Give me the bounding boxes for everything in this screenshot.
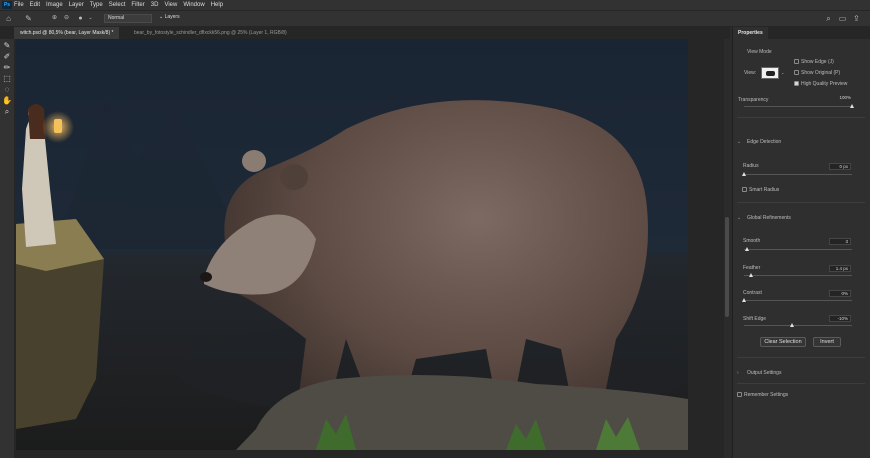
scrollbar-thumb[interactable]: [725, 217, 729, 317]
remember-settings-label: Remember Settings: [744, 392, 789, 398]
menu-bar: Ps File Edit Image Layer Type Select Fil…: [0, 0, 870, 10]
transparency-value[interactable]: 100%: [831, 95, 853, 102]
vertical-scrollbar[interactable]: [724, 39, 730, 458]
chevron-down-icon[interactable]: ⌄: [86, 14, 95, 23]
clear-selection-button[interactable]: Clear Selection: [760, 337, 806, 347]
tab-bear-png[interactable]: bear_by_fotostyle_schindler_dflxckk56.pn…: [128, 27, 293, 39]
view-mode-dropdown-icon[interactable]: ⌄: [781, 70, 784, 75]
show-edge-label: Show Edge (J): [801, 59, 834, 65]
menu-help[interactable]: Help: [211, 2, 223, 8]
menu-image[interactable]: Image: [46, 2, 63, 8]
document-canvas[interactable]: [16, 39, 688, 450]
tab-properties[interactable]: Properties: [733, 27, 768, 39]
mode-select[interactable]: Normal: [104, 14, 152, 23]
high-quality-preview-checkbox[interactable]: [794, 81, 799, 86]
high-quality-preview-label: High Quality Preview: [801, 81, 848, 87]
transparency-slider-knob[interactable]: [849, 104, 854, 108]
feather-label: Feather: [743, 265, 761, 271]
show-original-checkbox[interactable]: [794, 70, 799, 75]
radius-label: Radius: [743, 163, 759, 169]
contrast-slider-knob[interactable]: [741, 298, 746, 302]
contrast-label: Contrast: [743, 290, 762, 296]
show-original-label: Show Original (P): [801, 70, 841, 76]
remember-settings-checkbox[interactable]: [737, 392, 742, 397]
add-to-selection-icon[interactable]: ⊕: [50, 14, 59, 23]
smooth-value[interactable]: 3: [829, 238, 851, 245]
menu-edit[interactable]: Edit: [30, 2, 40, 8]
photoshop-logo-icon: Ps: [2, 1, 12, 9]
workspace-icon[interactable]: ▭: [838, 14, 847, 23]
menu-window[interactable]: Window: [183, 2, 204, 8]
properties-panel: Properties View Mode View: ⌄ Show Edge (…: [732, 27, 870, 458]
smart-radius-label: Smart Radius: [749, 187, 780, 193]
radius-slider[interactable]: [741, 172, 852, 176]
sample-layers-select[interactable]: ⌄ Layers: [156, 14, 196, 23]
view-mode-header: View Mode: [747, 49, 772, 55]
invert-button[interactable]: Invert: [813, 337, 841, 347]
radius-slider-knob[interactable]: [741, 172, 746, 176]
shift-edge-slider-knob[interactable]: [790, 323, 795, 327]
smart-radius-checkbox[interactable]: [742, 187, 747, 192]
sample-layers-label: Layers: [164, 14, 180, 20]
divider: [737, 383, 865, 384]
search-icon[interactable]: ⌕: [824, 14, 833, 23]
global-refinements-chevron-icon[interactable]: ⌄: [737, 215, 741, 221]
lasso-icon[interactable]: ◌: [2, 85, 12, 95]
smooth-label: Smooth: [743, 238, 761, 244]
tools-panel: ✎ ✐ ✏ ⬚ ◌ ✋ ⌕: [0, 39, 14, 458]
menu-filter[interactable]: Filter: [131, 2, 144, 8]
output-settings-header[interactable]: Output Settings: [747, 370, 781, 376]
edge-detection-header[interactable]: Edge Detection: [747, 139, 781, 145]
document-tabs: witch.psd @ 80,5% (bear, Layer Mask/8) *…: [0, 27, 730, 39]
home-icon[interactable]: ⌂: [4, 14, 13, 23]
smooth-slider[interactable]: [744, 247, 852, 251]
brush-icon[interactable]: ✎: [24, 14, 33, 23]
transparency-label: Transparency: [738, 97, 769, 103]
tab-witch-psd[interactable]: witch.psd @ 80,5% (bear, Layer Mask/8) *: [14, 27, 120, 39]
refine-edge-brush-icon[interactable]: ✎: [2, 41, 12, 51]
menu-select[interactable]: Select: [109, 2, 126, 8]
shift-edge-value[interactable]: -10%: [829, 315, 851, 322]
zoom-icon[interactable]: ⌕: [2, 107, 12, 117]
smooth-slider-knob[interactable]: [744, 247, 749, 251]
share-icon[interactable]: ⇪: [852, 14, 861, 23]
transparency-slider[interactable]: [744, 104, 854, 108]
view-label: View:: [744, 70, 757, 76]
view-mode-thumbnail[interactable]: [761, 67, 779, 79]
shift-edge-slider[interactable]: [744, 323, 852, 327]
divider: [737, 357, 865, 358]
global-refinements-header[interactable]: Global Refinements: [747, 215, 791, 221]
show-edge-checkbox[interactable]: [794, 59, 799, 64]
edge-detection-chevron-icon[interactable]: ⌄: [737, 139, 741, 145]
divider: [737, 117, 865, 118]
quick-selection-icon[interactable]: ✐: [2, 52, 12, 62]
divider: [737, 202, 865, 203]
brush-tool-icon[interactable]: ✏: [2, 63, 12, 73]
shift-edge-label: Shift Edge: [743, 316, 767, 322]
contrast-value[interactable]: 0%: [829, 290, 851, 297]
composited-image: [16, 39, 688, 450]
menu-type[interactable]: Type: [90, 2, 103, 8]
panel-tab-bar: Properties: [733, 27, 870, 39]
output-settings-chevron-icon[interactable]: ›: [737, 370, 739, 376]
feather-value[interactable]: 1.4 px: [829, 265, 851, 272]
feather-slider-knob[interactable]: [749, 273, 754, 277]
options-bar: ⌂ ✎ ⊕ ⊖ ● ⌄ Normal ⌄ Layers ⌕ ▭ ⇪: [0, 10, 870, 27]
object-selection-icon[interactable]: ⬚: [2, 74, 12, 84]
menu-view[interactable]: View: [164, 2, 177, 8]
brush-size-icon[interactable]: ●: [76, 14, 85, 23]
subtract-from-selection-icon[interactable]: ⊖: [62, 14, 71, 23]
menu-3d[interactable]: 3D: [151, 2, 159, 8]
menu-file[interactable]: File: [14, 2, 24, 8]
hand-icon[interactable]: ✋: [2, 96, 12, 106]
menu-layer[interactable]: Layer: [69, 2, 84, 8]
radius-value[interactable]: 0 px: [829, 163, 851, 170]
feather-slider[interactable]: [744, 273, 852, 277]
contrast-slider[interactable]: [741, 298, 852, 302]
